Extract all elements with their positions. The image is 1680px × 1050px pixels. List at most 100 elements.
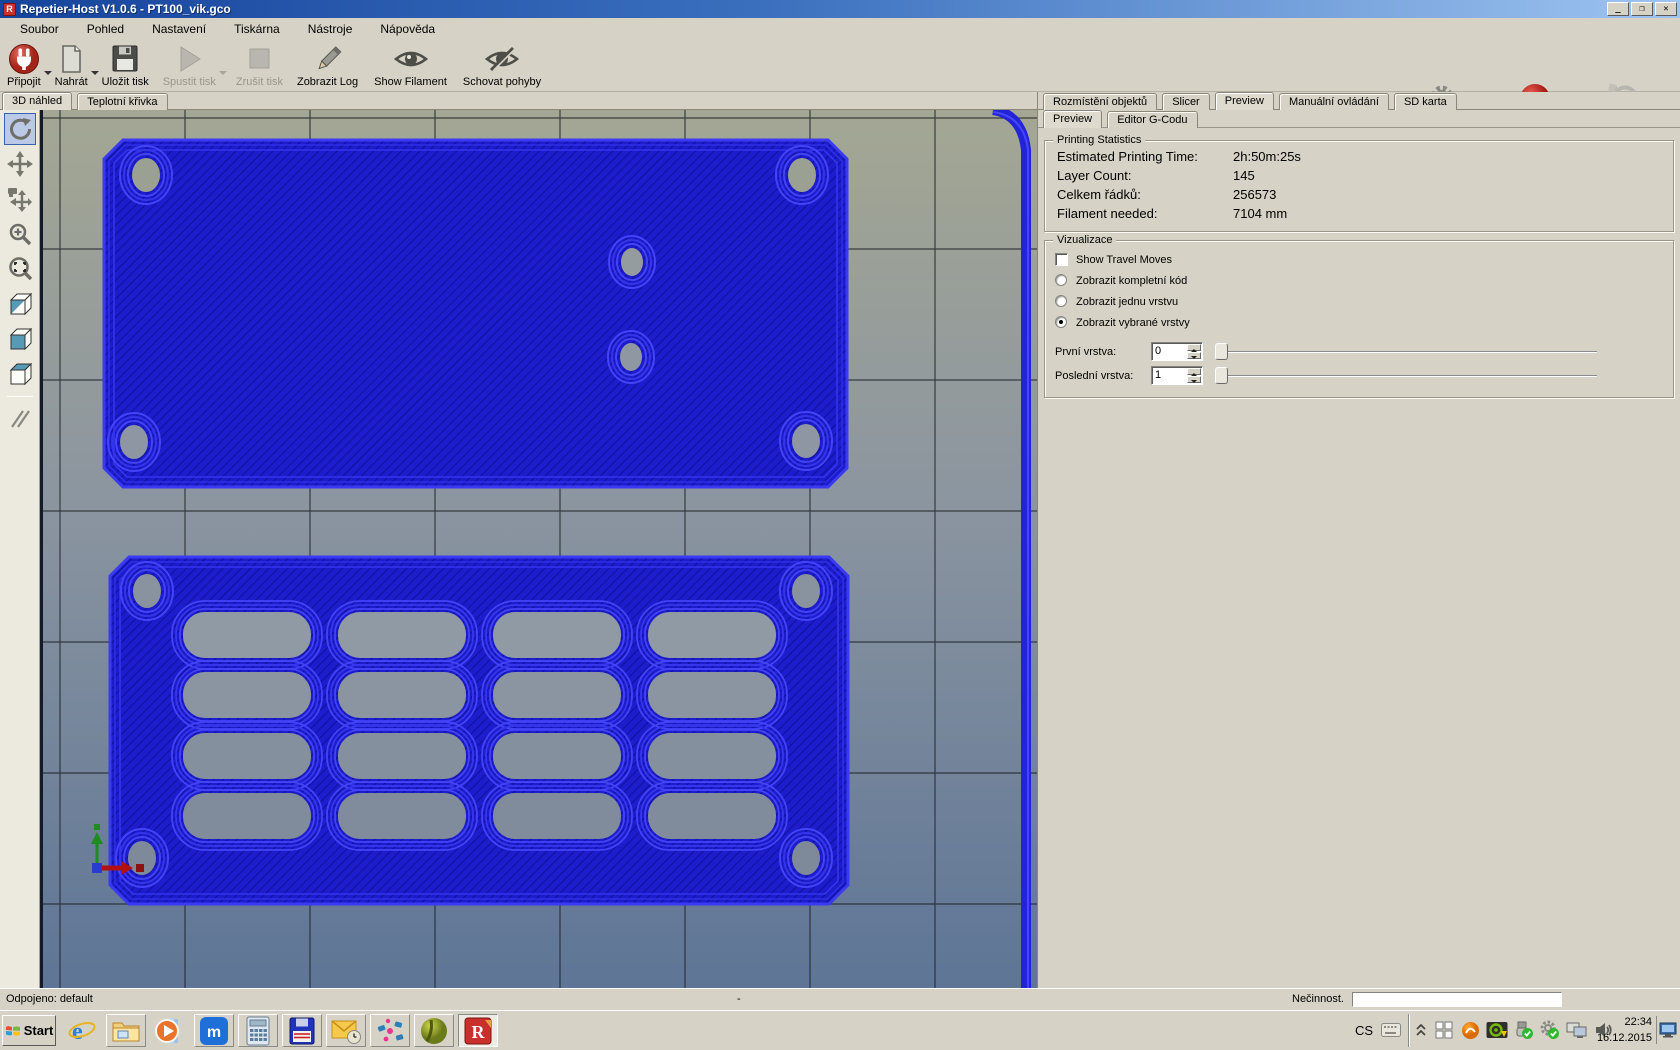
tray-network-icon[interactable] — [1564, 1016, 1590, 1044]
windows-logo-icon — [5, 1024, 21, 1038]
tray-avast-icon[interactable] — [1458, 1016, 1482, 1044]
menubar: Soubor Pohled Nastavení Tiskárna Nástroj… — [0, 18, 1680, 40]
connect-dropdown[interactable] — [44, 42, 52, 90]
show-log-button[interactable]: Zobrazit Log — [294, 42, 361, 90]
last-layer-slider-thumb[interactable] — [1215, 367, 1228, 384]
taskbar-explorer[interactable] — [106, 1014, 146, 1047]
isometric-view-button[interactable] — [4, 288, 36, 320]
menu-soubor[interactable]: Soubor — [6, 19, 73, 39]
menu-tiskarna[interactable]: Tiskárna — [220, 19, 294, 39]
radio-single-layer[interactable] — [1055, 295, 1067, 307]
plug-icon — [8, 43, 40, 75]
keyboard-tray-icon[interactable] — [1378, 1016, 1404, 1044]
tray-usb-icon[interactable] — [1512, 1016, 1536, 1044]
first-layer-down[interactable] — [1187, 352, 1201, 359]
eye-icon — [392, 43, 430, 75]
minimize-button[interactable]: _ — [1607, 2, 1629, 16]
radio-complete-code[interactable] — [1055, 274, 1067, 286]
tab-manualni-ovladani[interactable]: Manuální ovládání — [1279, 93, 1389, 110]
show-desktop-button[interactable] — [1656, 1016, 1678, 1044]
close-button[interactable]: ✕ — [1655, 2, 1677, 16]
front-view-button[interactable] — [4, 323, 36, 355]
idle-status-label: Nečinnost. — [1292, 993, 1344, 1005]
radio-selected-layers-label[interactable]: Zobrazit vybrané vrstvy — [1076, 317, 1190, 329]
save-print-button[interactable]: Uložit tisk — [99, 42, 152, 90]
status-bar: Odpojeno: default - Nečinnost. — [0, 988, 1680, 1010]
subtab-preview[interactable]: Preview — [1043, 110, 1102, 128]
tray-clock[interactable]: 22:34 16.12.2015 — [1597, 1014, 1652, 1046]
progress-bar — [1352, 992, 1562, 1007]
connection-status: Odpojeno: default — [6, 993, 93, 1005]
subtab-editor-gcodu[interactable]: Editor G-Codu — [1107, 111, 1197, 128]
tab-rozmisteni-objektu[interactable]: Rozmístění objektů — [1043, 93, 1157, 110]
load-button[interactable]: Nahrát — [52, 42, 91, 90]
taskbar-media-player[interactable] — [150, 1014, 190, 1047]
rotate-view-button[interactable] — [4, 113, 36, 145]
menu-pohled[interactable]: Pohled — [73, 19, 138, 39]
radio-complete-code-label[interactable]: Zobrazit kompletní kód — [1076, 275, 1187, 287]
tab-teplotni-krivka[interactable]: Teplotní křivka — [77, 93, 167, 110]
language-indicator[interactable]: CS — [1352, 1016, 1376, 1044]
last-layer-spinner[interactable]: 1 — [1151, 366, 1203, 385]
parallel-projection-button[interactable] — [4, 403, 36, 435]
last-layer-up[interactable] — [1187, 368, 1201, 375]
show-filament-button[interactable]: Show Filament — [371, 42, 450, 90]
taskbar-repetier-host[interactable]: R — [458, 1014, 498, 1047]
tab-slicer[interactable]: Slicer — [1162, 93, 1210, 110]
menu-nastaveni[interactable]: Nastavení — [138, 19, 220, 39]
first-layer-spinner[interactable]: 0 — [1151, 342, 1203, 361]
top-view-button[interactable] — [4, 358, 36, 390]
show-travel-moves-checkbox[interactable] — [1055, 253, 1068, 266]
first-layer-slider[interactable] — [1215, 342, 1597, 361]
titlebar[interactable]: R Repetier-Host V1.0.6 - PT100_vik.gco _… — [0, 0, 1680, 18]
show-travel-moves-label[interactable]: Show Travel Moves — [1076, 254, 1172, 266]
taskbar-calculator[interactable] — [238, 1014, 278, 1047]
taskbar-ie[interactable]: e — [62, 1014, 102, 1047]
window-title: Repetier-Host V1.0.6 - PT100_vik.gco — [20, 2, 231, 16]
tray-date: 16.12.2015 — [1597, 1030, 1652, 1046]
fit-view-button[interactable] — [4, 253, 36, 285]
tab-sd-karta[interactable]: SD karta — [1394, 93, 1457, 110]
status-center: - — [737, 993, 741, 1005]
menu-nastroje[interactable]: Nástroje — [294, 19, 367, 39]
first-layer-slider-thumb[interactable] — [1215, 343, 1228, 360]
menu-napoveda[interactable]: Nápověda — [366, 19, 449, 39]
tray-expand-chevron[interactable] — [1414, 1016, 1428, 1044]
last-layer-slider[interactable] — [1215, 366, 1597, 385]
tab-3d-nahled[interactable]: 3D náhled — [2, 92, 72, 110]
stat-value-time: 2h:50m:25s — [1233, 149, 1301, 164]
taskbar-outlook[interactable] — [326, 1014, 366, 1047]
zoom-in-button[interactable] — [4, 218, 36, 250]
pencil-icon — [313, 43, 343, 75]
move-object-button[interactable] — [4, 183, 36, 215]
first-layer-up[interactable] — [1187, 344, 1201, 351]
repetier-icon: R — [463, 1016, 493, 1046]
printing-statistics-group: Printing Statistics Estimated Printing T… — [1044, 140, 1674, 232]
tray-nvidia-icon[interactable] — [1484, 1016, 1510, 1044]
last-layer-label: Poslední vrstva: — [1055, 370, 1133, 382]
start-button[interactable]: Start — [2, 1015, 56, 1046]
folder-icon — [111, 1018, 141, 1044]
restore-button[interactable]: ❐ — [1631, 2, 1653, 16]
tab-preview[interactable]: Preview — [1215, 92, 1274, 110]
tray-separator — [1408, 1014, 1410, 1047]
radio-selected-layers[interactable] — [1055, 316, 1067, 328]
taskbar-maxthon[interactable]: m — [194, 1014, 234, 1047]
taskbar-save-app[interactable] — [282, 1014, 322, 1047]
visualization-title: Vizualizace — [1053, 234, 1116, 246]
hide-travel-button[interactable]: Schovat pohyby — [460, 42, 544, 90]
connect-button[interactable]: Připojit — [4, 42, 44, 90]
taskbar-dots-app[interactable] — [370, 1014, 410, 1047]
svg-text:R: R — [472, 1022, 486, 1042]
tray-windows-icon[interactable] — [1432, 1016, 1456, 1044]
tray-update-icon[interactable] — [1538, 1016, 1562, 1044]
gcode-preview-viewport[interactable] — [40, 110, 1037, 988]
toolbar-separator — [7, 396, 33, 397]
move-view-button[interactable] — [4, 148, 36, 180]
radio-single-layer-label[interactable]: Zobrazit jednu vrstvu — [1076, 296, 1178, 308]
load-dropdown[interactable] — [91, 42, 99, 90]
eye-off-icon — [483, 43, 521, 75]
last-layer-down[interactable] — [1187, 376, 1201, 383]
first-layer-label: První vrstva: — [1055, 346, 1116, 358]
taskbar-slic3r[interactable] — [414, 1014, 454, 1047]
